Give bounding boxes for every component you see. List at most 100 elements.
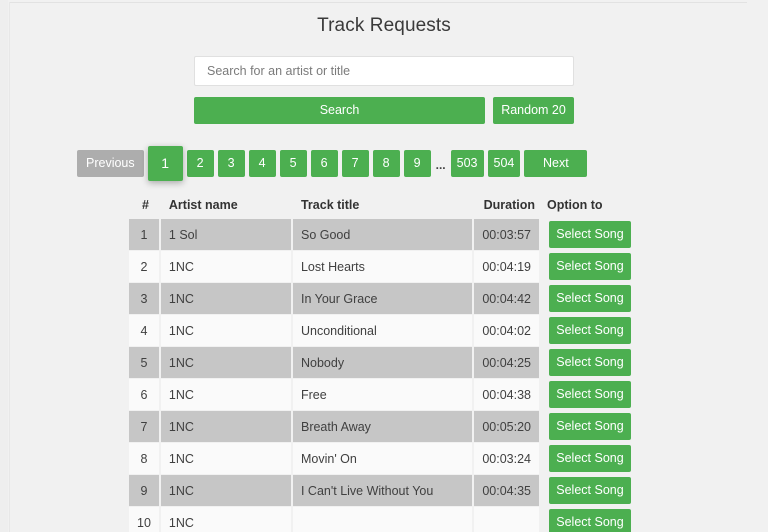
cell-number: 8 [129,443,161,475]
cell-title: Breath Away [292,411,475,443]
cell-option: Select Song [540,475,639,507]
select-song-button[interactable]: Select Song [548,285,631,312]
select-song-button[interactable]: Select Song [548,445,631,472]
pagination-wrap: Previous 1 2 3 4 5 6 7 8 9 ... 503 504 N… [64,124,704,181]
pagination-page-6[interactable]: 6 [310,150,338,177]
cell-option: Select Song [540,283,639,315]
select-song-button[interactable]: Select Song [548,381,631,408]
table-row: 11 Sol So Good 00:03:57 Select Song [129,219,639,251]
cell-title: So Good [292,219,475,251]
cell-title: Unconditional [292,315,475,347]
header-artist: Artist name [168,198,238,212]
random-20-button[interactable]: Random 20 [493,97,574,124]
container-top-border [10,2,747,3]
cell-duration: 00:03:24 [474,443,541,475]
select-song-button[interactable]: Select Song [548,253,631,280]
search-button-row: Search Random 20 [194,97,574,124]
cell-duration: 00:04:19 [474,251,541,283]
cell-title: Nobody [292,347,475,379]
cell-option: Select Song [540,443,639,475]
pagination-page-3[interactable]: 3 [217,150,245,177]
table-row: 9 1NC I Can't Live Without You 00:04:35 Sele… [129,475,639,507]
cell-number: 9 [129,475,161,507]
cell-artist: 1NC [160,315,293,347]
cell-number: 4 [129,315,161,347]
cell-artist: 1NC [160,251,293,283]
pagination-page-4[interactable]: 4 [248,150,276,177]
cell-duration: 00:04:25 [474,347,541,379]
search-input[interactable] [194,56,574,86]
cell-title [292,507,475,532]
select-song-button[interactable]: Select Song [548,509,631,532]
cell-option: Select Song [540,347,639,379]
page-root: Track Requests Search Random 20 Previous… [0,0,768,532]
cell-number: 5 [129,347,161,379]
tracks-table-wrap: # Artist name Track title Duration Optio… [129,181,639,532]
cell-number: 7 [129,411,161,443]
cell-artist: 1 Sol [160,219,293,251]
cell-number: 1 [129,219,161,251]
cell-artist: 1NC [160,443,293,475]
pagination-page-7[interactable]: 7 [341,150,369,177]
cell-artist: 1NC [160,411,293,443]
select-song-button[interactable]: Select Song [548,477,631,504]
page-left-gutter [0,0,8,532]
table-row: 8 1NC Movin' On 00:03:24 Select Song [129,443,639,475]
pagination-page-8[interactable]: 8 [372,150,400,177]
cell-artist: 1NC [160,283,293,315]
pagination-page-2[interactable]: 2 [186,150,214,177]
cell-option: Select Song [540,379,639,411]
cell-duration: 00:04:02 [474,315,541,347]
tracks-table-body: 11 Sol So Good 00:03:57 Select Song 2 1NC Lost… [129,219,639,532]
cell-option: Select Song [540,411,639,443]
pagination-page-503[interactable]: 503 [450,150,484,177]
cell-artist: 1NC [160,507,293,532]
cell-artist: 1NC [160,475,293,507]
table-row: 2 1NC Lost Hearts 00:04:19 Select Song [129,251,639,283]
select-song-button[interactable]: Select Song [548,221,631,248]
table-row: 10 1NC Select Song [129,507,639,532]
pagination-next[interactable]: Next [524,150,588,177]
select-song-button[interactable]: Select Song [548,413,631,440]
cell-artist: 1NC [160,379,293,411]
cell-duration: 00:04:35 [474,475,541,507]
pagination-previous[interactable]: Previous [77,150,144,177]
pagination-page-1[interactable]: 1 [147,146,183,181]
table-row: 6 1NC Free 00:04:38 Select Song [129,379,639,411]
header-option: Option to [546,198,603,212]
cell-title: In Your Grace [292,283,475,315]
cell-duration [474,507,541,532]
cell-artist: 1NC [160,347,293,379]
pagination-page-9[interactable]: 9 [403,150,431,177]
cell-duration: 00:05:20 [474,411,541,443]
table-header-row: # Artist name Track title Duration Optio… [129,198,639,219]
header-number: # [141,198,149,212]
select-song-button[interactable]: Select Song [548,349,631,376]
pagination-page-5[interactable]: 5 [279,150,307,177]
header-title: Track title [300,198,360,212]
cell-option: Select Song [540,219,639,251]
search-block: Search Random 20 [194,37,574,124]
pagination-ellipsis: ... [435,158,446,172]
search-button[interactable]: Search [194,97,485,124]
cell-number: 3 [129,283,161,315]
cell-title: Movin' On [292,443,475,475]
pagination-page-504[interactable]: 504 [487,150,521,177]
cell-duration: 00:03:57 [474,219,541,251]
cell-duration: 00:04:42 [474,283,541,315]
pagination: Previous 1 2 3 4 5 6 7 8 9 ... 503 504 N… [77,146,588,181]
cell-option: Select Song [540,315,639,347]
table-row: 7 1NC Breath Away 00:05:20 Select Song [129,411,639,443]
header-duration: Duration [483,198,535,212]
cell-number: 10 [129,507,161,532]
tracks-table-head: # Artist name Track title Duration Optio… [129,198,639,219]
cell-number: 6 [129,379,161,411]
cell-title: Free [292,379,475,411]
cell-duration: 00:04:38 [474,379,541,411]
tracks-table: # Artist name Track title Duration Optio… [129,198,639,532]
page-title: Track Requests [317,15,451,36]
select-song-button[interactable]: Select Song [548,317,631,344]
cell-option: Select Song [540,251,639,283]
cell-number: 2 [129,251,161,283]
cell-title: Lost Hearts [292,251,475,283]
